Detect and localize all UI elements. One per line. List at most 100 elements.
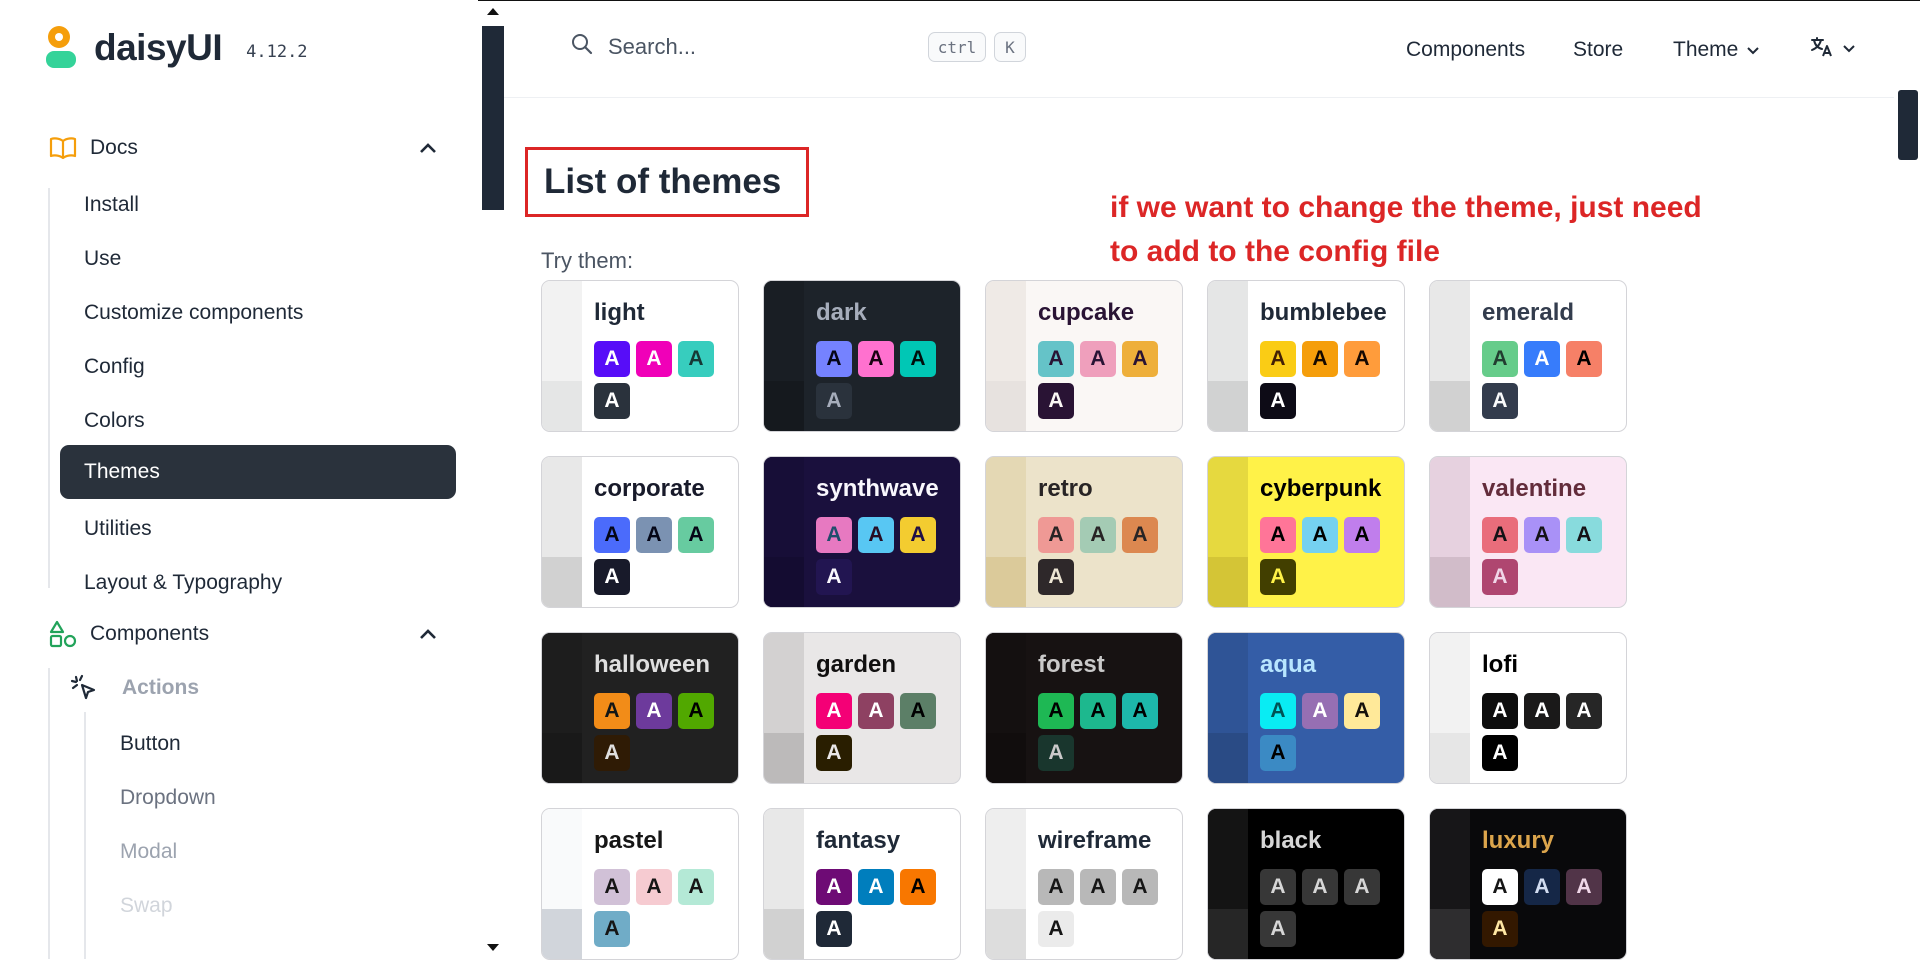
kbd-ctrl: ctrl	[928, 32, 986, 62]
theme-card-valentine[interactable]: valentine A A A A	[1429, 456, 1627, 608]
sidebar-subgroup-actions[interactable]: Actions	[70, 674, 199, 702]
theme-card-name: retro	[1038, 475, 1093, 502]
sidebar-item-customize-components[interactable]: Customize components	[84, 301, 303, 325]
sidebar-item-use[interactable]: Use	[84, 247, 121, 271]
theme-card-cupcake[interactable]: cupcake A A A A	[985, 280, 1183, 432]
sidebar-item-layout-typography[interactable]: Layout & Typography	[84, 571, 282, 595]
theme-card-halloween[interactable]: halloween A A A A	[541, 632, 739, 784]
theme-color-swatch: A	[636, 693, 672, 729]
theme-card-wireframe[interactable]: wireframe A A A A	[985, 808, 1183, 960]
nav-store-link[interactable]: Store	[1573, 38, 1623, 62]
theme-base-swatch	[1430, 281, 1470, 381]
theme-color-swatch: A	[816, 341, 852, 377]
brand[interactable]: daisyUI 4.12.2	[42, 24, 308, 72]
theme-color-swatch: A	[594, 517, 630, 553]
sidebar-item-utilities[interactable]: Utilities	[84, 517, 152, 541]
theme-card-synthwave[interactable]: synthwave A A A A	[763, 456, 961, 608]
theme-dropdown[interactable]: Theme	[1673, 38, 1760, 62]
search-icon	[570, 32, 594, 61]
theme-color-swatch: A	[1260, 517, 1296, 553]
sidebar-group-components[interactable]: Components	[48, 619, 436, 649]
theme-base-swatch	[986, 633, 1026, 733]
theme-base-swatch	[764, 733, 804, 783]
page-scrollbar[interactable]	[1894, 0, 1920, 959]
scrollbar-thumb[interactable]	[1898, 90, 1918, 160]
theme-color-swatch: A	[1260, 735, 1296, 771]
theme-color-swatch: A	[1260, 383, 1296, 419]
sidebar-item-themes[interactable]: Themes	[60, 445, 456, 499]
theme-card-emerald[interactable]: emerald A A A A	[1429, 280, 1627, 432]
sidebar-item-label: Themes	[84, 460, 160, 483]
daisyui-logo	[42, 24, 76, 72]
theme-color-swatch: A	[858, 341, 894, 377]
nav-guide-line	[48, 188, 50, 588]
theme-color-swatch: A	[678, 693, 714, 729]
theme-base-swatch	[986, 557, 1026, 607]
theme-color-swatch: A	[858, 517, 894, 553]
scroll-down-arrow-icon[interactable]	[487, 944, 499, 951]
theme-card-black[interactable]: black A A A A	[1207, 808, 1405, 960]
sidebar-group-label: Docs	[90, 136, 138, 159]
theme-card-pastel[interactable]: pastel A A A A	[541, 808, 739, 960]
theme-card-light[interactable]: light A A A A	[541, 280, 739, 432]
sidebar-item-swap[interactable]: Swap	[120, 894, 173, 918]
theme-card-name: luxury	[1482, 827, 1555, 854]
theme-color-swatch: A	[594, 735, 630, 771]
theme-base-swatch	[1208, 457, 1248, 557]
sidebar-item-config[interactable]: Config	[84, 355, 145, 379]
sidebar-item-dropdown[interactable]: Dropdown	[120, 786, 216, 810]
sidebar-group-label: Components	[90, 622, 210, 645]
theme-color-swatch: A	[816, 869, 852, 905]
sidebar-group-docs[interactable]: Docs	[48, 133, 436, 163]
theme-card-forest[interactable]: forest A A A A	[985, 632, 1183, 784]
theme-card-bumblebee[interactable]: bumblebee A A A A	[1207, 280, 1405, 432]
book-icon	[48, 133, 78, 163]
theme-card-name: dark	[816, 299, 867, 326]
theme-card-retro[interactable]: retro A A A A	[985, 456, 1183, 608]
theme-card-name: forest	[1038, 651, 1105, 678]
theme-base-swatch	[986, 809, 1026, 909]
theme-card-aqua[interactable]: aqua A A A A	[1207, 632, 1405, 784]
chevron-up-icon[interactable]	[418, 623, 438, 647]
theme-card-dark[interactable]: dark A A A A	[763, 280, 961, 432]
search-input[interactable]: Search...	[570, 32, 696, 61]
theme-color-swatch: A	[1524, 693, 1560, 729]
theme-color-swatch: A	[1122, 341, 1158, 377]
theme-base-swatch	[986, 457, 1026, 557]
theme-color-swatch: A	[1482, 341, 1518, 377]
language-dropdown[interactable]	[1810, 36, 1856, 63]
brand-version[interactable]: 4.12.2	[246, 42, 307, 62]
theme-color-swatch: A	[858, 693, 894, 729]
nav-guide-line	[84, 712, 86, 959]
theme-color-swatch: A	[1122, 869, 1158, 905]
scroll-up-arrow-icon[interactable]	[487, 8, 499, 15]
theme-color-swatch: A	[1302, 517, 1338, 553]
theme-card-luxury[interactable]: luxury A A A A	[1429, 808, 1627, 960]
nav-components-link[interactable]: Components	[1406, 38, 1525, 62]
theme-card-cyberpunk[interactable]: cyberpunk A A A A	[1207, 456, 1405, 608]
sidebar-item-colors[interactable]: Colors	[84, 409, 145, 433]
sidebar-item-modal[interactable]: Modal	[120, 840, 177, 864]
sidebar-item-button[interactable]: Button	[120, 732, 181, 756]
theme-color-swatch: A	[1524, 517, 1560, 553]
theme-base-swatch	[764, 457, 804, 557]
theme-color-swatch: A	[1344, 869, 1380, 905]
theme-base-swatch	[986, 281, 1026, 381]
sidebar-item-install[interactable]: Install	[84, 193, 139, 217]
theme-card-fantasy[interactable]: fantasy A A A A	[763, 808, 961, 960]
translate-icon	[1810, 36, 1834, 63]
theme-color-swatch: A	[1038, 735, 1074, 771]
scrollbar-thumb[interactable]	[482, 26, 504, 210]
theme-card-name: bumblebee	[1260, 299, 1387, 326]
theme-color-swatch: A	[1260, 559, 1296, 595]
theme-card-name: light	[594, 299, 645, 326]
theme-card-garden[interactable]: garden A A A A	[763, 632, 961, 784]
theme-color-swatch: A	[1080, 693, 1116, 729]
theme-color-swatch: A	[594, 911, 630, 947]
theme-color-swatch: A	[1302, 693, 1338, 729]
theme-card-corporate[interactable]: corporate A A A A	[541, 456, 739, 608]
theme-base-swatch	[542, 381, 582, 431]
theme-card-lofi[interactable]: lofi A A A A	[1429, 632, 1627, 784]
sidebar-scrollbar[interactable]	[482, 0, 504, 959]
chevron-up-icon[interactable]	[418, 137, 438, 161]
